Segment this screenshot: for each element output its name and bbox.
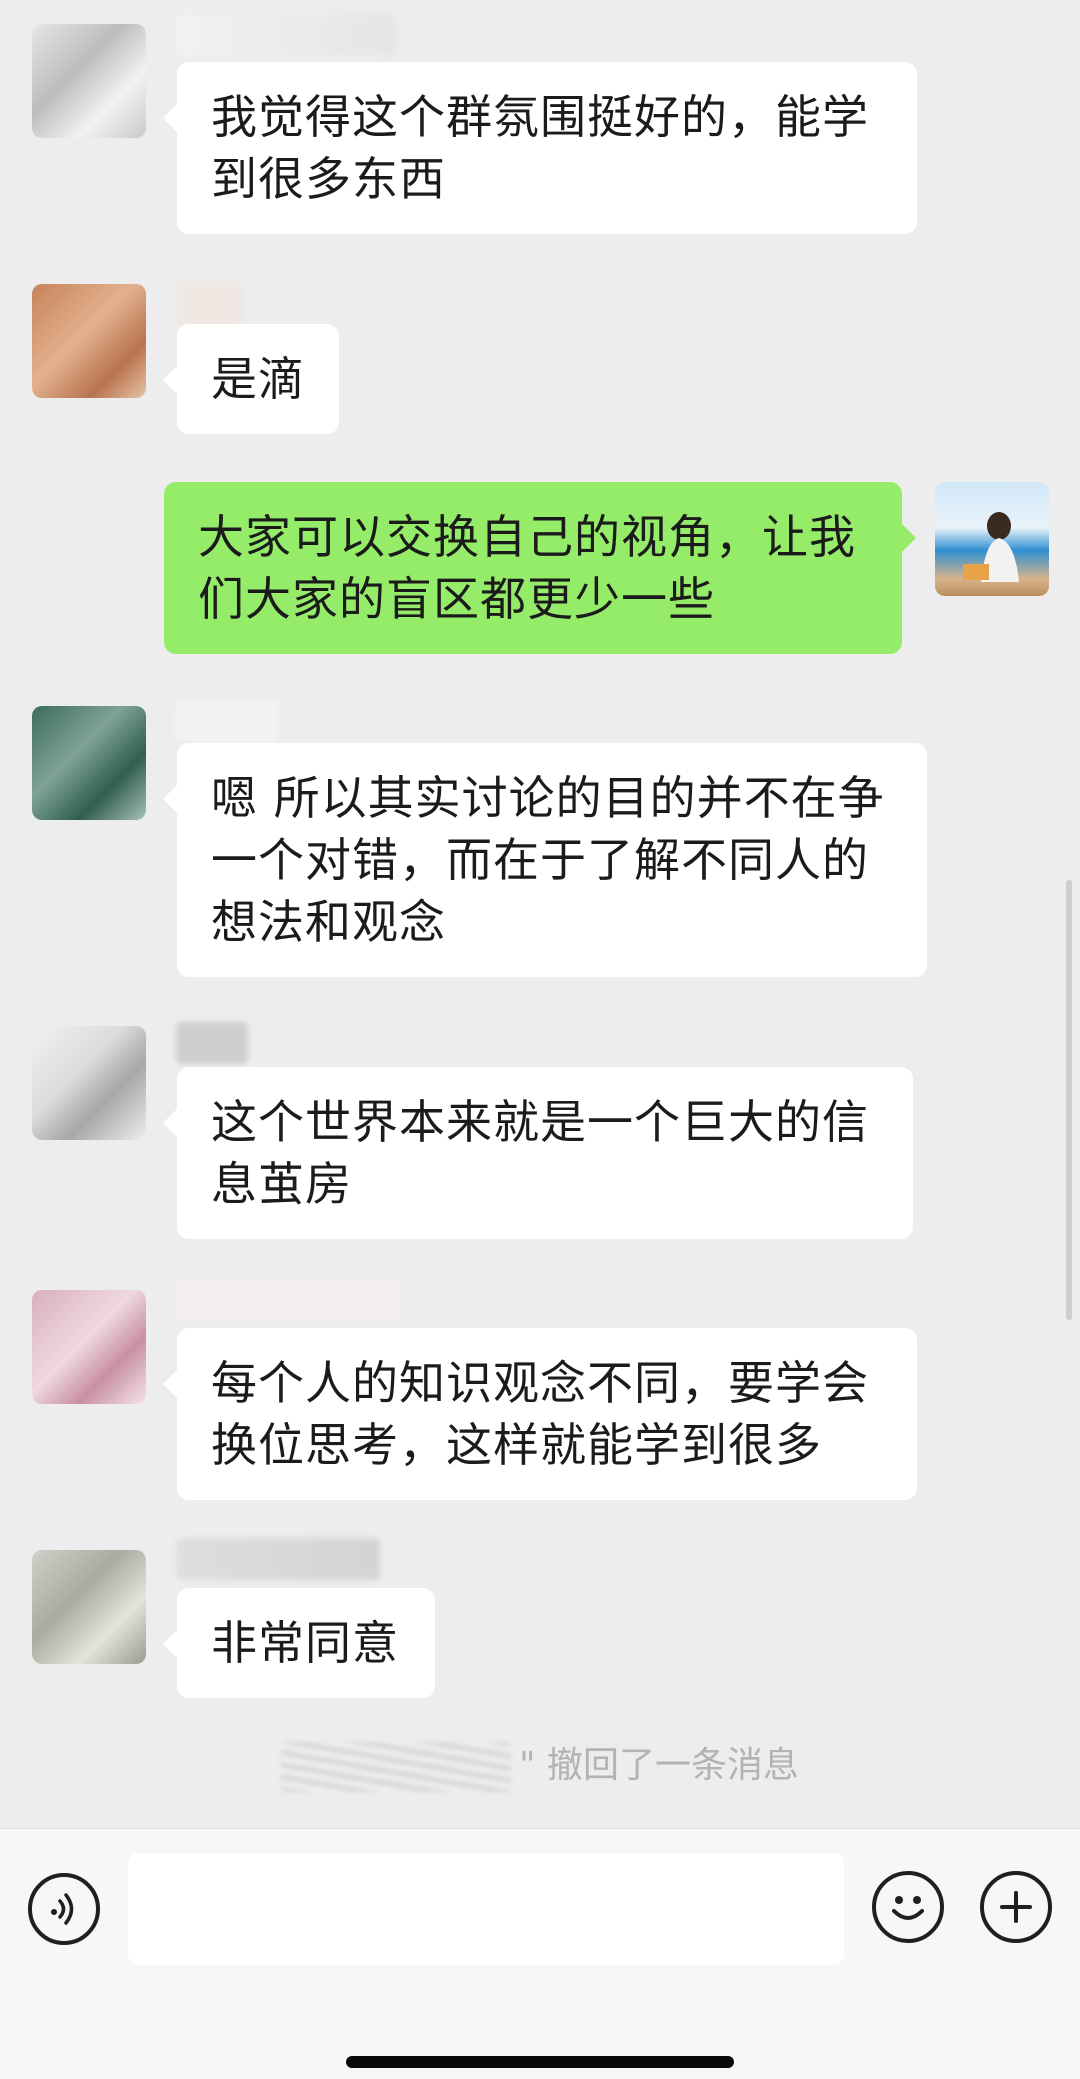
message-line: 每个人的知识观念不同，要学会 <box>211 1356 869 1410</box>
message-line: 到很多东西 <box>211 152 446 206</box>
sender-name-blurred <box>176 1538 380 1580</box>
message-line: 一个对错，而在于了解不同人的 <box>211 833 869 887</box>
voice-icon[interactable] <box>28 1873 100 1945</box>
recall-notice: " 撤回了一条消息 <box>0 1736 1080 1792</box>
plus-icon[interactable] <box>980 1871 1052 1943</box>
message-input[interactable] <box>128 1853 844 1965</box>
sender-name-blurred <box>176 14 396 56</box>
avatar[interactable] <box>32 24 146 138</box>
avatar[interactable] <box>32 1550 146 1664</box>
recalled-sender-blurred <box>280 1742 511 1792</box>
message-line: 这个世界本来就是一个巨大的信 <box>211 1095 869 1149</box>
scrollbar[interactable] <box>1066 880 1072 1320</box>
message-bubble[interactable]: 非常同意 <box>163 1588 435 1698</box>
message-bubble[interactable]: 是滴 <box>163 324 339 434</box>
home-indicator[interactable] <box>346 2056 734 2068</box>
sender-name-blurred <box>176 700 278 742</box>
sender-name-blurred <box>176 1022 248 1064</box>
sender-name-blurred <box>176 282 242 324</box>
sender-name-blurred <box>176 1280 398 1322</box>
message-line: 息茧房 <box>211 1157 352 1211</box>
message-bubble[interactable]: 这个世界本来就是一个巨大的信 息茧房 <box>163 1067 913 1239</box>
avatar[interactable] <box>32 284 146 398</box>
recall-notice-text: " 撤回了一条消息 <box>518 1745 799 1786</box>
avatar[interactable] <box>32 706 146 820</box>
message-line: 们大家的盲区都更少一些 <box>198 572 715 626</box>
message-bubble-own[interactable]: 大家可以交换自己的视角，让我 们大家的盲区都更少一些 <box>164 482 916 654</box>
avatar[interactable] <box>32 1290 146 1404</box>
message-line: 我觉得这个群氛围挺好的，能学 <box>211 90 869 144</box>
input-bar <box>0 1828 1080 2079</box>
message-line: 大家可以交换自己的视角，让我 <box>198 510 856 564</box>
person-silhouette-icon <box>963 512 1019 582</box>
message-bubble[interactable]: 我觉得这个群氛围挺好的，能学 到很多东西 <box>163 62 917 234</box>
emoji-icon[interactable] <box>872 1871 944 1943</box>
message-line: 嗯 所以其实讨论的目的并不在争 <box>211 771 885 825</box>
message-bubble[interactable]: 嗯 所以其实讨论的目的并不在争 一个对错，而在于了解不同人的 想法和观念 <box>163 743 927 977</box>
chat-area[interactable]: 我觉得这个群氛围挺好的，能学 到很多东西 是滴 大家可以交换自己的视角，让我 们… <box>0 0 1080 1828</box>
own-avatar[interactable] <box>935 482 1049 596</box>
message-line: 非常同意 <box>211 1616 399 1670</box>
avatar[interactable] <box>32 1026 146 1140</box>
message-bubble[interactable]: 每个人的知识观念不同，要学会 换位思考，这样就能学到很多 <box>163 1328 917 1500</box>
message-line: 换位思考，这样就能学到很多 <box>211 1418 822 1472</box>
message-line: 是滴 <box>211 352 305 406</box>
message-line: 想法和观念 <box>211 895 446 949</box>
